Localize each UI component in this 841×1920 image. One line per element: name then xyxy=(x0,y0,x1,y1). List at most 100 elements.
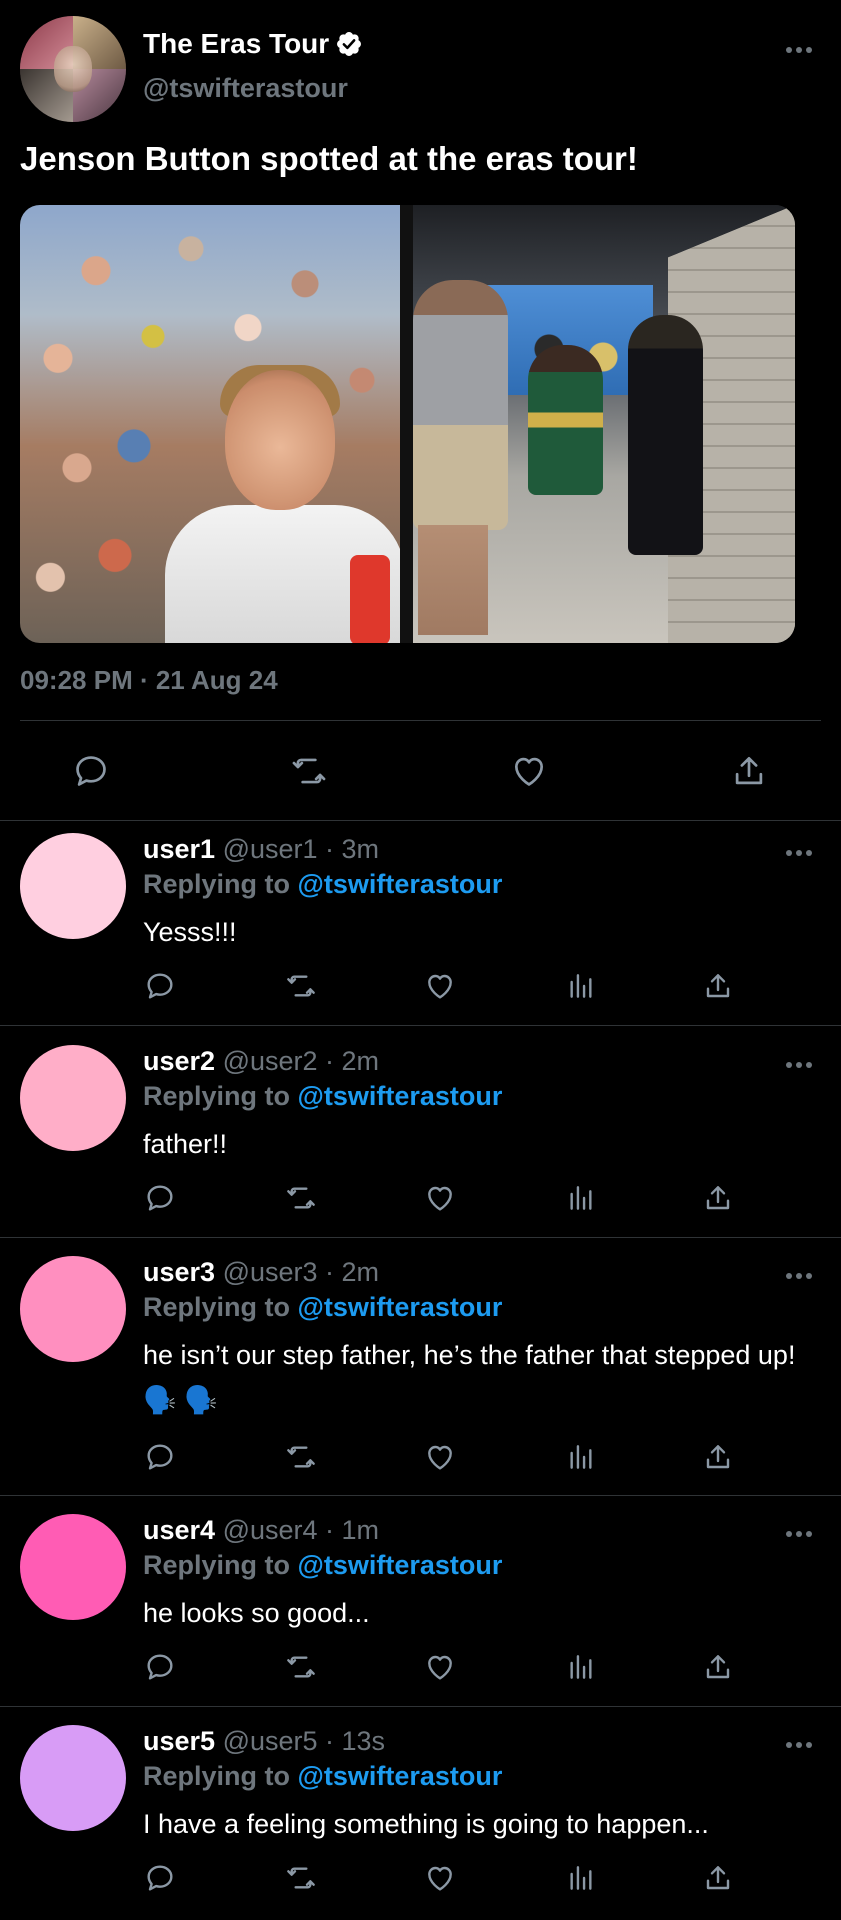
replying-to-label: Replying to xyxy=(143,869,290,899)
reply-header: user2 @user2 · 2m xyxy=(143,1044,379,1078)
reply-username[interactable]: user3 xyxy=(143,1257,215,1287)
reply-action-bar xyxy=(0,1651,841,1691)
like-icon[interactable] xyxy=(424,1862,456,1894)
like-icon[interactable] xyxy=(510,752,548,790)
mention-link[interactable]: @tswifterastour xyxy=(298,869,503,899)
main-tweet: The Eras Tour @tswifterastour Jenson But… xyxy=(0,0,841,820)
replying-to-label: Replying to xyxy=(143,1292,290,1322)
reply-meta: @user3 · 2m xyxy=(222,1257,380,1287)
reply-header: user5 @user5 · 13s xyxy=(143,1724,385,1758)
reply-icon[interactable] xyxy=(144,970,176,1002)
retweet-icon[interactable] xyxy=(288,752,330,790)
reply-meta: @user5 · 13s xyxy=(222,1726,386,1756)
share-icon[interactable] xyxy=(702,1651,734,1683)
divider xyxy=(0,1025,841,1026)
display-name-row[interactable]: The Eras Tour xyxy=(143,26,363,62)
more-options-icon[interactable] xyxy=(784,44,814,56)
reply-header: user1 @user1 · 3m xyxy=(143,832,379,866)
reply-icon[interactable] xyxy=(72,752,110,790)
divider xyxy=(0,1706,841,1707)
replying-to-line: Replying to @tswifterastour xyxy=(143,867,502,901)
analytics-icon[interactable] xyxy=(565,1651,597,1683)
like-icon[interactable] xyxy=(424,1182,456,1214)
replying-to-label: Replying to xyxy=(143,1081,290,1111)
reply-action-bar xyxy=(0,1862,841,1902)
reply-tweet[interactable]: user2 @user2 · 2m Replying to @tswiftera… xyxy=(0,1032,841,1237)
reply-tweet[interactable]: user4 @user4 · 1m Replying to @tswiftera… xyxy=(0,1501,841,1706)
reply-meta: @user1 · 3m xyxy=(222,834,380,864)
reply-username[interactable]: user4 xyxy=(143,1515,215,1545)
share-icon[interactable] xyxy=(702,970,734,1002)
retweet-icon[interactable] xyxy=(283,1862,319,1894)
reply-icon[interactable] xyxy=(144,1441,176,1473)
reply-tweet[interactable]: user3 @user3 · 2m Replying to @tswiftera… xyxy=(0,1243,841,1495)
retweet-icon[interactable] xyxy=(283,1182,319,1214)
more-options-icon[interactable] xyxy=(784,847,814,859)
reply-action-bar xyxy=(0,1182,841,1222)
replying-to-line: Replying to @tswifterastour xyxy=(143,1548,502,1582)
share-icon[interactable] xyxy=(730,752,768,790)
replying-to-line: Replying to @tswifterastour xyxy=(143,1079,502,1113)
photo-right[interactable] xyxy=(413,205,795,643)
reply-tweet[interactable]: user1 @user1 · 3m Replying to @tswiftera… xyxy=(0,820,841,1025)
user-handle[interactable]: @tswifterastour xyxy=(143,70,348,106)
divider xyxy=(0,1495,841,1496)
reply-username[interactable]: user5 xyxy=(143,1726,215,1756)
avatar[interactable] xyxy=(20,1256,126,1362)
media-grid[interactable] xyxy=(20,205,795,643)
mention-link[interactable]: @tswifterastour xyxy=(298,1081,503,1111)
reply-username[interactable]: user2 xyxy=(143,1046,215,1076)
reply-icon[interactable] xyxy=(144,1651,176,1683)
reply-icon[interactable] xyxy=(144,1862,176,1894)
reply-action-bar xyxy=(0,970,841,1010)
reply-username[interactable]: user1 xyxy=(143,834,215,864)
reply-text: father!! xyxy=(143,1129,228,1159)
replying-to-label: Replying to xyxy=(143,1550,290,1580)
more-options-icon[interactable] xyxy=(784,1528,814,1540)
reply-header: user3 @user3 · 2m xyxy=(143,1255,379,1289)
mention-link[interactable]: @tswifterastour xyxy=(298,1550,503,1580)
analytics-icon[interactable] xyxy=(565,1862,597,1894)
replying-to-line: Replying to @tswifterastour xyxy=(143,1290,502,1324)
like-icon[interactable] xyxy=(424,1441,456,1473)
reply-meta: @user4 · 1m xyxy=(222,1515,380,1545)
verified-badge-icon xyxy=(337,32,362,56)
replying-to-label: Replying to xyxy=(143,1761,290,1791)
reply-text: Yesss!!! xyxy=(143,917,237,947)
avatar[interactable] xyxy=(20,1045,126,1151)
like-icon[interactable] xyxy=(424,1651,456,1683)
share-icon[interactable] xyxy=(702,1862,734,1894)
analytics-icon[interactable] xyxy=(565,970,597,1002)
share-icon[interactable] xyxy=(702,1182,734,1214)
like-icon[interactable] xyxy=(424,970,456,1002)
tweet-timestamp[interactable]: 09:28 PM · 21 Aug 24 xyxy=(20,662,278,698)
more-options-icon[interactable] xyxy=(784,1739,814,1751)
avatar[interactable] xyxy=(20,1725,126,1831)
analytics-icon[interactable] xyxy=(565,1182,597,1214)
analytics-icon[interactable] xyxy=(565,1441,597,1473)
reply-icon[interactable] xyxy=(144,1182,176,1214)
share-icon[interactable] xyxy=(702,1441,734,1473)
divider xyxy=(0,1237,841,1238)
divider xyxy=(20,720,821,721)
reply-tweet[interactable]: user5 @user5 · 13s Replying to @tswifter… xyxy=(0,1712,841,1917)
replying-to-line: Replying to @tswifterastour xyxy=(143,1759,502,1793)
retweet-icon[interactable] xyxy=(283,1441,319,1473)
reply-meta: @user2 · 2m xyxy=(222,1046,380,1076)
reply-header: user4 @user4 · 1m xyxy=(143,1513,379,1547)
avatar[interactable] xyxy=(20,1514,126,1620)
reply-text: I have a feeling something is going to h… xyxy=(143,1809,709,1839)
display-name[interactable]: The Eras Tour xyxy=(143,26,329,62)
profile-avatar[interactable] xyxy=(20,16,126,122)
retweet-icon[interactable] xyxy=(283,970,319,1002)
tweet-text: Jenson Button spotted at the eras tour! xyxy=(20,140,638,177)
mention-link[interactable]: @tswifterastour xyxy=(298,1292,503,1322)
reply-action-bar xyxy=(0,1441,841,1481)
photo-left[interactable] xyxy=(20,205,400,643)
reply-text: he looks so good... xyxy=(143,1598,370,1628)
mention-link[interactable]: @tswifterastour xyxy=(298,1761,503,1791)
more-options-icon[interactable] xyxy=(784,1270,814,1282)
retweet-icon[interactable] xyxy=(283,1651,319,1683)
more-options-icon[interactable] xyxy=(784,1059,814,1071)
avatar[interactable] xyxy=(20,833,126,939)
